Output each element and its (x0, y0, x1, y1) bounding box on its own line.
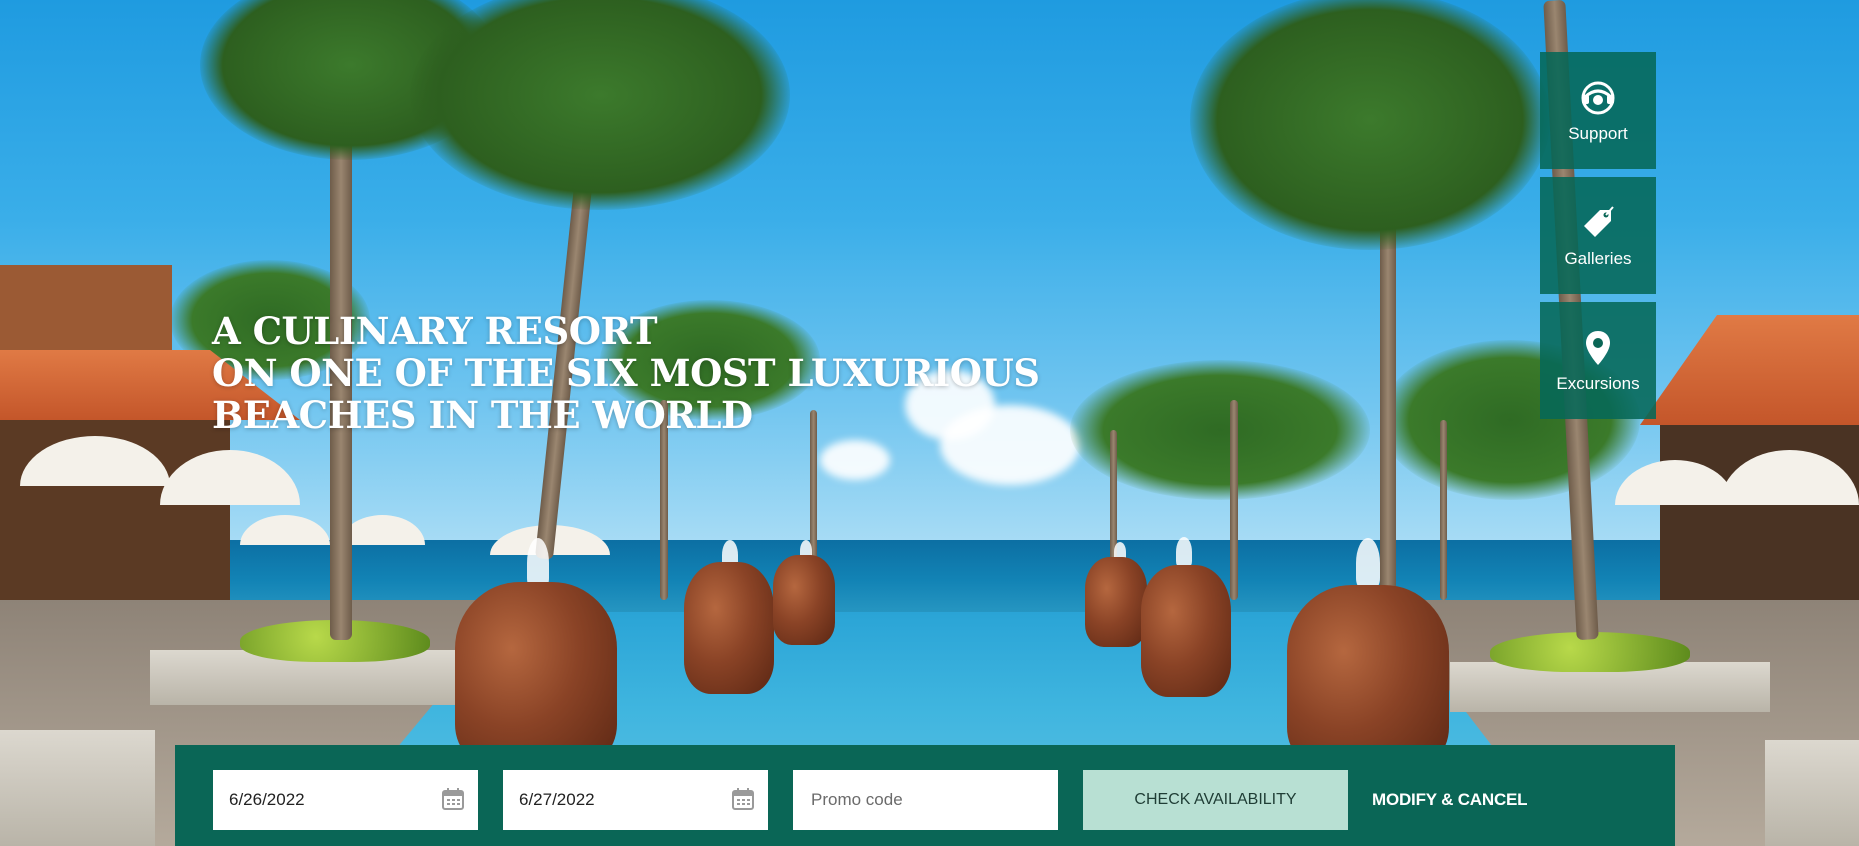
check-out-date-field[interactable]: 6/27/2022 (503, 770, 768, 830)
support-label: Support (1568, 123, 1628, 143)
palm-fronds (1190, 0, 1550, 250)
galleries-label: Galleries (1564, 248, 1632, 268)
check-out-date-value: 6/27/2022 (519, 790, 595, 809)
check-availability-button[interactable]: CHECK AVAILABILITY (1083, 770, 1348, 830)
fountain-spray (527, 538, 549, 588)
booking-bar: 6/26/2022 6/27/2022 Promo code CHECK AVA… (175, 745, 1675, 846)
planter (0, 730, 155, 846)
calendar-icon[interactable] (732, 788, 754, 815)
modify-cancel-link[interactable]: MODIFY & CANCEL (1372, 790, 1528, 810)
excursions-label: Excursions (1556, 373, 1640, 393)
headline-line: BEACHES IN THE WORLD (212, 393, 753, 437)
map-pin-icon (1578, 328, 1618, 368)
promo-code-input[interactable] (809, 789, 1043, 811)
clay-jar-fountain (684, 562, 774, 694)
cloud (820, 440, 890, 480)
clay-jar-fountain (455, 582, 617, 772)
support-button[interactable]: Support (1540, 52, 1656, 169)
galleries-button[interactable]: Galleries (1540, 177, 1656, 294)
planter (1765, 740, 1859, 846)
clay-jar-fountain (1141, 565, 1231, 697)
fountain-spray (1176, 537, 1192, 567)
palm-trunk (1230, 400, 1238, 600)
tag-icon (1578, 203, 1618, 243)
check-in-date-field[interactable]: 6/26/2022 (213, 770, 478, 830)
excursions-button[interactable]: Excursions (1540, 302, 1656, 419)
clay-jar-fountain (1085, 557, 1147, 647)
palm-trunk (1440, 420, 1447, 600)
headline-line: ON ONE OF THE SIX MOST LUXURIOUS (212, 351, 1040, 395)
promo-code-field (793, 770, 1058, 830)
support-icon (1578, 78, 1618, 118)
check-in-date-value: 6/26/2022 (229, 790, 305, 809)
side-menu: Support Galleries Excursions (1540, 52, 1656, 427)
fountain-spray (1356, 538, 1380, 588)
calendar-icon[interactable] (442, 788, 464, 815)
headline-line: A CULINARY RESORT (212, 309, 658, 353)
hero-headline: A CULINARY RESORT ON ONE OF THE SIX MOST… (212, 309, 1040, 437)
clay-jar-fountain (773, 555, 835, 645)
